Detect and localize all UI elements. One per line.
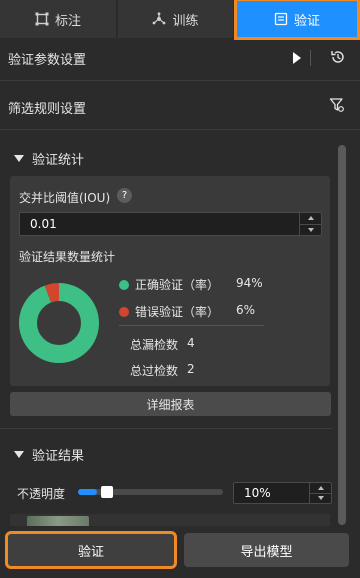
legend-label-error: 错误验证（率） — [135, 305, 220, 319]
iou-label: 交并比阈值(IOU) — [19, 191, 111, 205]
missed-value: 4 — [187, 336, 195, 350]
tab-train-label: 训练 — [172, 13, 199, 29]
stepper-up[interactable] — [300, 213, 321, 224]
filter-settings-icon[interactable] — [329, 97, 345, 113]
divider — [0, 428, 332, 429]
over-value: 2 — [187, 362, 195, 376]
legend-item-correct: 正确验证（率） — [119, 276, 219, 293]
opacity-slider-handle[interactable] — [101, 486, 113, 498]
train-icon — [152, 12, 166, 26]
iou-input[interactable]: 0.01 — [19, 212, 322, 236]
opacity-slider-track[interactable] — [78, 489, 223, 495]
chevron-up-icon — [317, 485, 324, 490]
result-thumbnail[interactable] — [27, 516, 89, 526]
scrollbar-thumb[interactable] — [338, 145, 346, 525]
chevron-down-icon — [307, 227, 314, 232]
result-count-label: 验证结果数量统计 — [19, 250, 116, 264]
params-section-title: 验证参数设置 — [8, 53, 87, 68]
play-icon[interactable] — [291, 51, 303, 65]
tab-train[interactable]: 训练 — [118, 0, 233, 38]
opacity-input-value: 10% — [244, 486, 271, 500]
export-model-button[interactable]: 导出模型 — [184, 533, 349, 567]
stepper-down[interactable] — [300, 223, 321, 236]
results-section-header[interactable]: 验证结果 — [14, 445, 84, 464]
opacity-input[interactable]: 10% — [233, 482, 332, 504]
over-label: 总过检数 — [130, 364, 179, 378]
divider — [310, 50, 311, 66]
collapse-triangle-icon — [14, 451, 24, 458]
stats-section-title: 验证统计 — [32, 153, 85, 168]
validate-icon — [274, 12, 288, 26]
legend-dot-correct — [119, 279, 129, 290]
filter-section-title: 筛选规则设置 — [8, 102, 87, 117]
collapse-triangle-icon — [14, 155, 24, 162]
iou-input-value: 0.01 — [30, 217, 57, 231]
donut-slice-correct — [19, 283, 99, 363]
chevron-up-icon — [307, 216, 314, 221]
result-donut-chart — [19, 283, 99, 363]
opacity-label: 不透明度 — [17, 487, 66, 501]
tab-validate[interactable]: 验证 — [234, 0, 360, 40]
legend-value-error: 6% — [236, 303, 256, 317]
tab-validate-label: 验证 — [293, 13, 320, 29]
legend-value-correct: 94% — [236, 276, 263, 290]
results-section-title: 验证结果 — [32, 449, 85, 464]
legend-item-error: 错误验证（率） — [119, 303, 219, 320]
annotate-icon — [35, 12, 49, 26]
stats-section-header[interactable]: 验证统计 — [14, 149, 84, 168]
divider — [0, 129, 360, 130]
tab-bar: 标注 训练 验证 — [0, 0, 360, 40]
chevron-down-icon — [317, 496, 324, 501]
tab-annotate[interactable]: 标注 — [0, 0, 116, 38]
opacity-stepper[interactable] — [309, 483, 331, 503]
divider — [119, 325, 264, 326]
history-icon[interactable] — [330, 49, 346, 65]
opacity-slider-fill — [78, 489, 97, 495]
legend-label-correct: 正确验证（率） — [135, 278, 220, 292]
help-icon[interactable]: ? — [117, 188, 132, 203]
tab-annotate-label: 标注 — [54, 13, 81, 29]
verify-button[interactable]: 验证 — [5, 531, 177, 569]
legend-dot-error — [119, 306, 129, 317]
stepper-down[interactable] — [310, 492, 331, 504]
stepper-up[interactable] — [310, 483, 331, 493]
iou-stepper[interactable] — [299, 213, 321, 235]
missed-label: 总漏检数 — [130, 338, 179, 352]
divider — [0, 80, 360, 81]
detail-report-button[interactable]: 详细报表 — [10, 392, 331, 416]
